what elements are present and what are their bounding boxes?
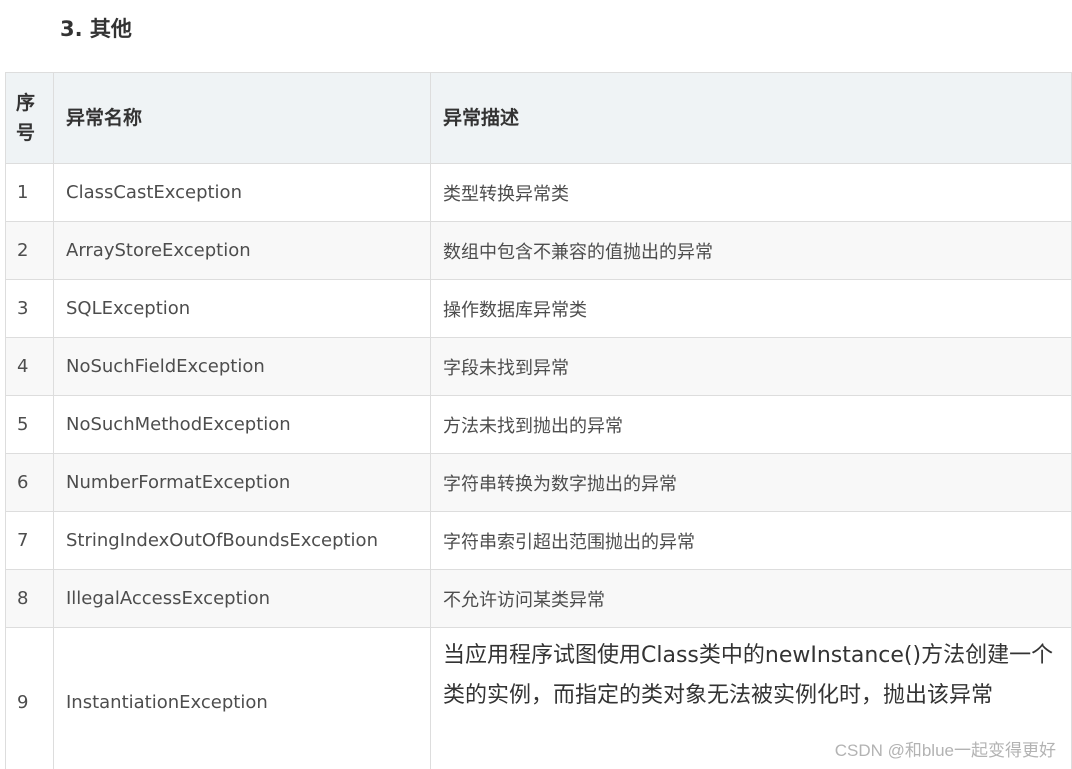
- cell-name: NoSuchMethodException: [53, 395, 431, 454]
- cell-name: SQLException: [53, 279, 431, 338]
- table-row: 6 NumberFormatException 字符串转换为数字抛出的异常: [5, 453, 1072, 512]
- exception-table: 序号 异常名称 异常描述 1 ClassCastException 类型转换异常…: [5, 72, 1072, 769]
- cell-desc: 不允许访问某类异常: [430, 569, 1072, 628]
- watermark: CSDN @和blue一起变得更好: [834, 741, 1056, 760]
- cell-no: 9: [5, 627, 54, 769]
- header-no: 序号: [5, 72, 54, 164]
- cell-desc: 字符串转换为数字抛出的异常: [430, 453, 1072, 512]
- cell-desc: 字符串索引超出范围抛出的异常: [430, 511, 1072, 570]
- cell-desc: 类型转换异常类: [430, 163, 1072, 222]
- cell-desc: 数组中包含不兼容的值抛出的异常: [430, 221, 1072, 280]
- cell-no: 4: [5, 337, 54, 396]
- cell-desc: 方法未找到抛出的异常: [430, 395, 1072, 454]
- cell-desc: 操作数据库异常类: [430, 279, 1072, 338]
- cell-name: StringIndexOutOfBoundsException: [53, 511, 431, 570]
- cell-no: 2: [5, 221, 54, 280]
- table-row: 5 NoSuchMethodException 方法未找到抛出的异常: [5, 395, 1072, 454]
- cell-no: 8: [5, 569, 54, 628]
- cell-name: NumberFormatException: [53, 453, 431, 512]
- cell-no: 7: [5, 511, 54, 570]
- header-name: 异常名称: [53, 72, 431, 164]
- cell-no: 1: [5, 163, 54, 222]
- table-row: 4 NoSuchFieldException 字段未找到异常: [5, 337, 1072, 396]
- table-header-row: 序号 异常名称 异常描述: [5, 72, 1072, 164]
- cell-no: 5: [5, 395, 54, 454]
- cell-name: IllegalAccessException: [53, 569, 431, 628]
- cell-name: InstantiationException: [53, 627, 431, 769]
- cell-name: ClassCastException: [53, 163, 431, 222]
- cell-name: NoSuchFieldException: [53, 337, 431, 396]
- table-row: 3 SQLException 操作数据库异常类: [5, 279, 1072, 338]
- table-row: 7 StringIndexOutOfBoundsException 字符串索引超…: [5, 511, 1072, 570]
- section-title: 3. 其他: [60, 17, 132, 41]
- table-row: 2 ArrayStoreException 数组中包含不兼容的值抛出的异常: [5, 221, 1072, 280]
- table-row: 8 IllegalAccessException 不允许访问某类异常: [5, 569, 1072, 628]
- table-row: 1 ClassCastException 类型转换异常类: [5, 163, 1072, 222]
- page: 3. 其他 序号 异常名称 异常描述 1 ClassCastException …: [0, 0, 1072, 769]
- cell-name: ArrayStoreException: [53, 221, 431, 280]
- cell-desc: 字段未找到异常: [430, 337, 1072, 396]
- header-desc: 异常描述: [430, 72, 1072, 164]
- cell-no: 3: [5, 279, 54, 338]
- cell-no: 6: [5, 453, 54, 512]
